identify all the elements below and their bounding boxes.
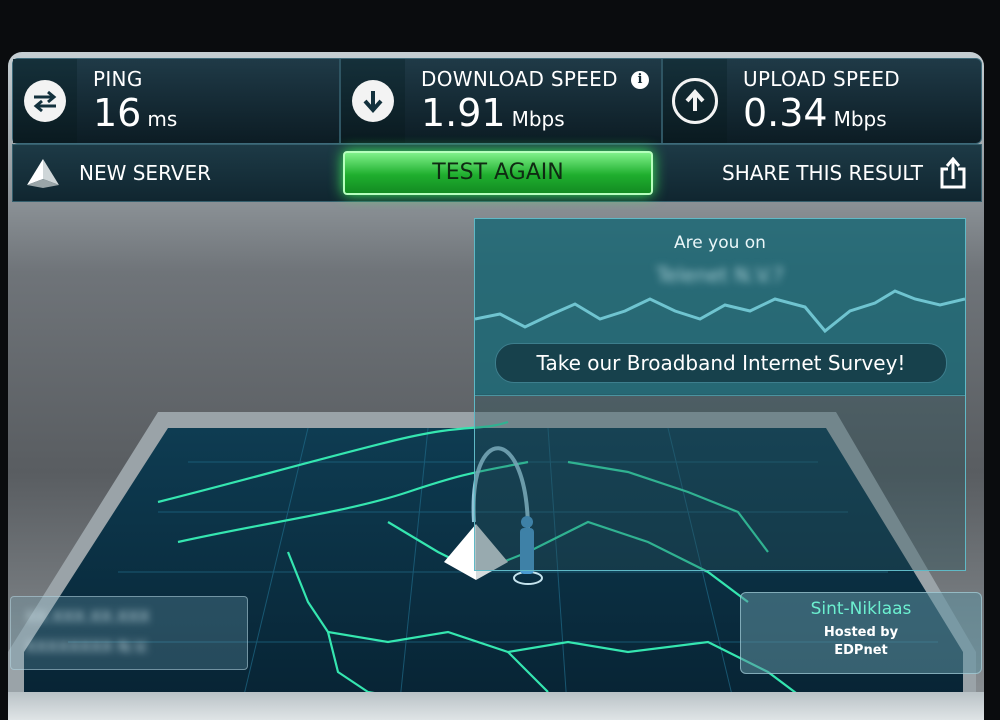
survey-button[interactable]: Take our Broadband Internet Survey!	[495, 343, 947, 383]
download-label: DOWNLOAD SPEED	[421, 67, 618, 91]
download-icon-box	[341, 59, 405, 143]
upload-label: UPLOAD SPEED	[743, 67, 900, 91]
bottom-strip	[8, 692, 984, 720]
download-unit: Mbps	[511, 107, 565, 131]
speedtest-window: PING 16 ms DOWNLOAD SPEED i 1.91 Mbps UP…	[8, 52, 984, 720]
server-info-box: Sint-Niklaas Hosted by EDPnet	[740, 592, 982, 674]
ping-unit: ms	[147, 107, 178, 131]
stats-bar: PING 16 ms DOWNLOAD SPEED i 1.91 Mbps UP…	[12, 58, 982, 144]
upload-value: 0.34	[743, 91, 828, 135]
upload-value-line: 0.34 Mbps	[743, 91, 887, 141]
server-host-name: EDPnet	[834, 643, 888, 658]
download-value-line: 1.91 Mbps	[421, 91, 565, 141]
share-icon	[940, 157, 966, 189]
upload-icon-box	[663, 59, 727, 143]
info-icon[interactable]: i	[631, 71, 649, 89]
ping-label: PING	[93, 67, 143, 91]
new-server-label: NEW SERVER	[79, 161, 212, 185]
download-value: 1.91	[421, 91, 506, 135]
survey-panel-extension	[474, 394, 966, 571]
upload-arrow-icon	[672, 78, 718, 124]
server-hosted-label: Hosted by	[823, 625, 899, 640]
ping-icon-box	[13, 59, 77, 143]
client-ip: XX.XXX.XX.XXX	[25, 607, 150, 626]
survey-panel: Are you on Telenet N.V.? Take our Broadb…	[474, 218, 966, 396]
server-city: Sint-Niklaas	[810, 599, 912, 619]
upload-unit: Mbps	[833, 107, 887, 131]
download-stat: DOWNLOAD SPEED i 1.91 Mbps	[341, 59, 661, 143]
survey-question: Are you on	[674, 233, 766, 253]
share-button[interactable]: SHARE THIS RESULT	[722, 153, 967, 193]
ping-value: 16	[93, 91, 142, 135]
action-bar: NEW SERVER TEST AGAIN SHARE THIS RESULT	[12, 144, 982, 202]
server-pyramid-icon	[27, 159, 59, 188]
client-isp: XXXXXXXX N.V.	[25, 637, 149, 656]
test-again-button[interactable]: TEST AGAIN	[343, 151, 653, 195]
upload-stat: UPLOAD SPEED 0.34 Mbps	[663, 59, 981, 143]
client-info-box: XX.XXX.XX.XXX XXXXXXXX N.V.	[10, 596, 248, 670]
download-arrow-icon	[352, 80, 394, 122]
new-server-button[interactable]: NEW SERVER	[25, 153, 211, 193]
share-label: SHARE THIS RESULT	[722, 161, 923, 185]
ping-arrows-icon	[24, 80, 66, 122]
ping-value-line: 16 ms	[93, 91, 177, 141]
survey-isp-name: Telenet N.V.?	[656, 263, 784, 287]
ping-stat: PING 16 ms	[13, 59, 339, 143]
